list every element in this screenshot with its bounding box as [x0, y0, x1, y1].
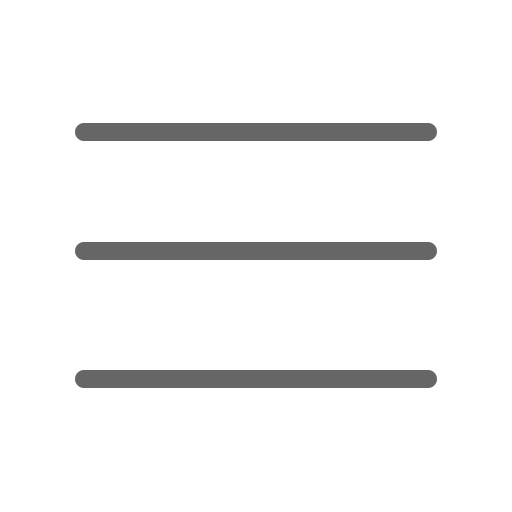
hamburger-menu-icon[interactable] — [0, 0, 512, 512]
icon-canvas — [0, 0, 512, 512]
hamburger-menu-icon-graphic — [75, 123, 437, 388]
